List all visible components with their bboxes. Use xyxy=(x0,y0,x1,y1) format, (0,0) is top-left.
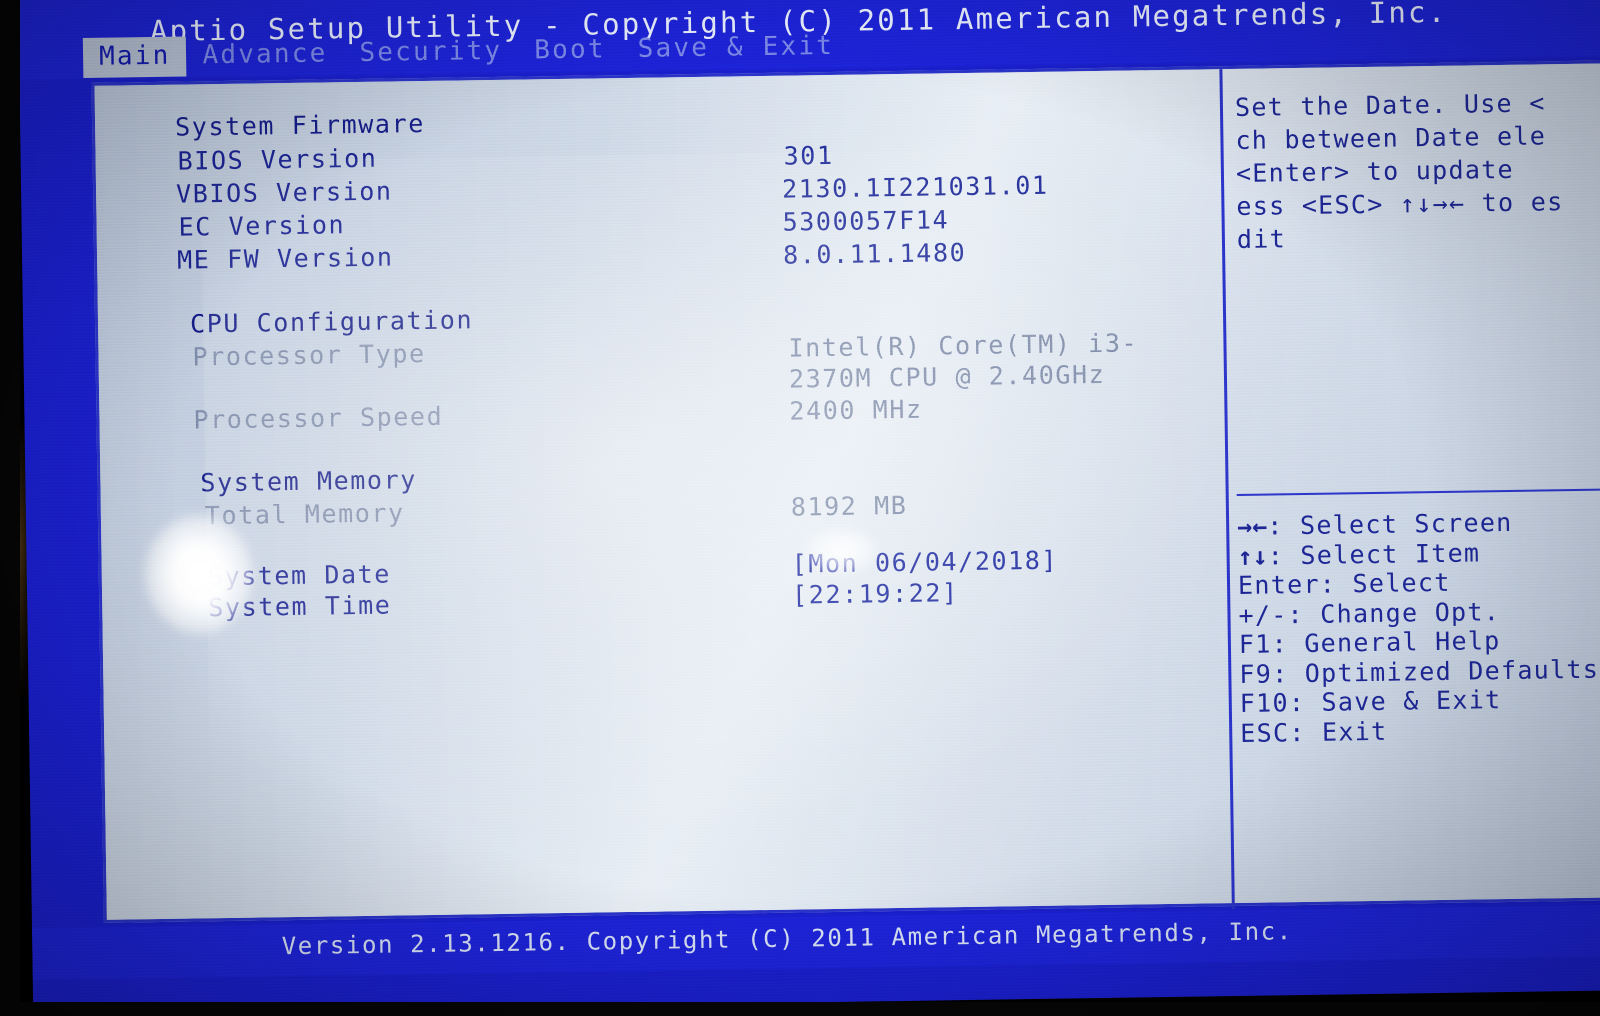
tab-boot[interactable]: Boot xyxy=(518,30,622,72)
tab-main[interactable]: Main xyxy=(82,36,187,79)
settings-panel: System Firmware BIOS Version 301 VBIOS V… xyxy=(95,69,1232,926)
label-system-time[interactable]: System Time xyxy=(208,591,392,623)
label-bios-version: BIOS Version xyxy=(177,143,378,176)
label-total-memory: Total Memory xyxy=(204,498,405,531)
tab-save-exit[interactable]: Save & Exit xyxy=(621,27,850,70)
label-system-date[interactable]: System Date xyxy=(208,560,392,592)
value-system-date[interactable]: [Mon 06/04/2018] xyxy=(791,546,1058,579)
bezel-left xyxy=(0,0,20,1016)
help-description: Set the Date. Use < ch between Date ele … xyxy=(1235,85,1600,256)
key-legend: →←: Select Screen ↑↓: Select Item Enter:… xyxy=(1237,506,1600,748)
bios-screen: Aptio Setup Utility - Copyright (C) 2011… xyxy=(18,0,1600,1014)
help-line-1: Set the Date. Use < xyxy=(1234,88,1546,122)
label-me-fw-version: ME FW Version xyxy=(176,242,394,275)
legend-select-screen-text: : Select Screen xyxy=(1267,507,1513,541)
value-me-fw-version: 8.0.11.1480 xyxy=(782,237,967,270)
arrow-left-right-icon: →← xyxy=(1236,511,1268,541)
label-processor-speed: Processor Speed xyxy=(193,401,444,435)
bezel-left-glare xyxy=(0,420,26,700)
label-processor-type: Processor Type xyxy=(192,338,426,372)
tab-security[interactable]: Security xyxy=(343,32,518,75)
value-ec-version: 5300057F14 xyxy=(782,205,950,237)
section-heading-system-memory: System Memory xyxy=(200,465,418,498)
tab-advance[interactable]: Advance xyxy=(186,34,344,76)
legend-select-item-text: : Select Item xyxy=(1267,537,1481,571)
help-separator xyxy=(1236,488,1600,496)
value-system-time[interactable]: [22:19:22] xyxy=(792,578,959,609)
label-vbios-version: VBIOS Version xyxy=(175,176,393,209)
help-panel: Set the Date. Use < ch between Date ele … xyxy=(1222,63,1600,909)
section-heading-system-firmware: System Firmware xyxy=(174,108,426,142)
legend-optimized-defaults: F9: Optimized Defaults xyxy=(1239,654,1600,689)
value-processor-type-line1: Intel(R) Core(TM) i3- xyxy=(788,328,1139,363)
value-vbios-version: 2130.1I221031.01 xyxy=(781,170,1049,204)
help-line-4: ess <ESC> ↑↓→← to es xyxy=(1236,187,1564,221)
section-heading-cpu-configuration: CPU Configuration xyxy=(189,305,474,339)
value-processor-speed: 2400 MHz xyxy=(789,394,923,426)
content-frame: System Firmware BIOS Version 301 VBIOS V… xyxy=(91,60,1600,923)
help-line-3: <Enter> to update xyxy=(1235,154,1515,188)
help-line-5: dit xyxy=(1236,224,1287,254)
label-ec-version: EC Version xyxy=(178,210,346,242)
arrow-up-down-icon: ↑↓ xyxy=(1237,541,1268,571)
legend-esc-exit: ESC: Exit xyxy=(1240,716,1388,748)
help-line-2: ch between Date ele xyxy=(1235,121,1547,155)
photo-of-laptop-screen: Aptio Setup Utility - Copyright (C) 2011… xyxy=(0,0,1600,1016)
value-total-memory: 8192 MB xyxy=(790,490,908,522)
value-bios-version: 301 xyxy=(783,140,834,171)
value-processor-type-line2: 2370M CPU @ 2.40GHz xyxy=(788,359,1106,394)
